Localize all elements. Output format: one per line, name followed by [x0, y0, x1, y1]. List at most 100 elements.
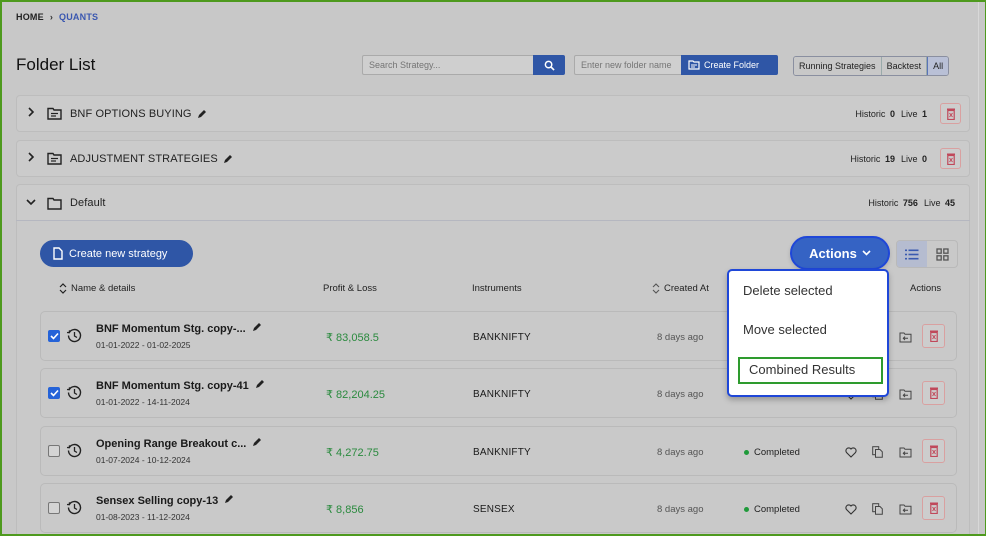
strategy-instrument: SENSEX: [473, 504, 515, 515]
breadcrumb: HOME › QUANTS: [16, 12, 98, 22]
actions-dropdown-button[interactable]: Actions: [790, 236, 890, 270]
edit-pencil-icon[interactable]: [252, 322, 262, 335]
column-header-created-label: Created At: [664, 283, 709, 294]
column-header-name[interactable]: Name & details: [59, 283, 135, 294]
copy-icon[interactable]: [872, 445, 883, 463]
create-new-strategy-label: Create new strategy: [69, 247, 168, 260]
status-text: Completed: [754, 504, 800, 515]
new-folder-input[interactable]: [574, 55, 681, 75]
delete-strategy-button[interactable]: [922, 439, 945, 463]
delete-folder-button[interactable]: [940, 103, 961, 124]
strategy-name[interactable]: BNF Momentum Stg. copy-41: [96, 379, 265, 392]
strategy-pnl: ₹ 8,856: [326, 504, 364, 516]
filter-running-strategies[interactable]: Running Strategies: [794, 57, 882, 75]
column-header-pnl-label: Profit & Loss: [323, 283, 377, 294]
column-header-created[interactable]: Created At: [652, 283, 709, 294]
breadcrumb-separator-icon: ›: [49, 12, 54, 22]
edit-pencil-icon[interactable]: [224, 494, 234, 507]
file-icon: [53, 247, 63, 260]
edit-pencil-icon[interactable]: [252, 437, 262, 450]
folder-row-adjustment-strategies[interactable]: ADJUSTMENT STRATEGIES Historic 19 Live 0: [16, 140, 970, 177]
history-icon[interactable]: [66, 442, 83, 464]
strategy-name[interactable]: Sensex Selling copy-13: [96, 494, 234, 507]
row-checkbox[interactable]: [48, 387, 60, 399]
divider: [16, 220, 970, 221]
strategy-name[interactable]: Opening Range Breakout c...: [96, 437, 262, 450]
folder-row-bnf-options-buying[interactable]: BNF OPTIONS BUYING Historic 0 Live 1: [16, 95, 970, 132]
strategy-name-text: BNF Momentum Stg. copy-...: [96, 322, 246, 335]
strategy-date-range: 01-01-2022 - 14-11-2024: [96, 397, 190, 407]
edit-pencil-icon[interactable]: [197, 109, 207, 119]
chevron-down-icon: [862, 250, 871, 256]
strategy-filter-group: Running Strategies Backtest All: [793, 56, 950, 76]
column-header-actions-label: Actions: [910, 283, 942, 294]
copy-icon[interactable]: [872, 502, 883, 520]
column-header-pnl: Profit & Loss: [323, 283, 377, 294]
filter-all[interactable]: All: [927, 57, 949, 75]
folder-row-default[interactable]: Default Historic 756 Live 45: [16, 184, 970, 221]
historic-count: 0: [889, 108, 895, 119]
history-icon[interactable]: [66, 384, 83, 406]
row-checkbox[interactable]: [48, 330, 60, 342]
breadcrumb-home[interactable]: HOME: [16, 12, 44, 22]
chevron-right-icon[interactable]: [19, 107, 43, 120]
create-new-strategy-button[interactable]: Create new strategy: [40, 240, 193, 267]
strategy-status: Completed: [744, 447, 800, 458]
live-label: Live: [923, 198, 941, 208]
history-icon[interactable]: [66, 327, 83, 349]
live-label: Live: [900, 108, 918, 119]
favorite-heart-icon[interactable]: [845, 445, 857, 463]
menu-item-combined-results[interactable]: Combined Results: [738, 357, 883, 384]
folder-stats: Historic 19 Live 0: [850, 154, 927, 164]
row-checkbox[interactable]: [48, 502, 60, 514]
favorite-heart-icon[interactable]: [845, 502, 857, 520]
search-button[interactable]: [533, 55, 565, 75]
chevron-down-icon[interactable]: [19, 197, 43, 209]
edit-pencil-icon[interactable]: [255, 379, 265, 392]
strategy-created-at: 8 days ago: [657, 447, 704, 458]
edit-pencil-icon[interactable]: [223, 154, 233, 164]
menu-item-delete-selected[interactable]: Delete selected: [743, 283, 833, 298]
strategy-status: Completed: [744, 504, 800, 515]
sort-icon: [652, 283, 660, 294]
search-icon: [544, 60, 555, 71]
live-count: 1: [921, 108, 927, 119]
move-to-folder-icon[interactable]: [899, 445, 912, 463]
grid-view-button[interactable]: [927, 241, 957, 267]
history-icon[interactable]: [66, 499, 83, 521]
page-title: Folder List: [16, 55, 96, 74]
delete-folder-button[interactable]: [940, 148, 961, 169]
sort-icon: [59, 283, 67, 294]
move-to-folder-icon[interactable]: [899, 387, 912, 405]
scrollbar-track[interactable]: [978, 0, 979, 536]
row-checkbox[interactable]: [48, 445, 60, 457]
delete-strategy-button[interactable]: [922, 324, 945, 348]
strategy-date-range: 01-08-2023 - 11-12-2024: [96, 512, 190, 522]
delete-strategy-button[interactable]: [922, 496, 945, 520]
strategy-row[interactable]: Opening Range Breakout c... 01-07-2024 -…: [40, 426, 957, 476]
historic-label: Historic: [850, 153, 881, 164]
move-to-folder-icon[interactable]: [899, 330, 912, 348]
move-to-folder-icon[interactable]: [899, 502, 912, 520]
create-folder-button[interactable]: Create Folder: [681, 55, 778, 75]
view-toggle: [896, 240, 958, 268]
search-group: [362, 55, 565, 75]
strategy-instrument: BANKNIFTY: [473, 389, 531, 400]
breadcrumb-current[interactable]: QUANTS: [59, 12, 98, 22]
filter-backtest[interactable]: Backtest: [881, 57, 928, 75]
trash-icon: [929, 330, 938, 342]
status-text: Completed: [754, 447, 800, 458]
historic-count: 756: [902, 198, 918, 208]
folder-icon: [47, 107, 62, 120]
search-input[interactable]: [362, 55, 533, 75]
chevron-right-icon[interactable]: [19, 152, 43, 165]
list-icon: [905, 249, 919, 259]
grid-icon: [935, 247, 949, 261]
strategy-name[interactable]: BNF Momentum Stg. copy-...: [96, 322, 262, 335]
folder-name: Default: [70, 197, 106, 209]
delete-strategy-button[interactable]: [922, 381, 945, 405]
list-view-button[interactable]: [897, 241, 927, 267]
strategy-row[interactable]: Sensex Selling copy-13 01-08-2023 - 11-1…: [40, 483, 957, 533]
column-header-instruments: Instruments: [472, 283, 522, 294]
menu-item-move-selected[interactable]: Move selected: [743, 322, 827, 337]
